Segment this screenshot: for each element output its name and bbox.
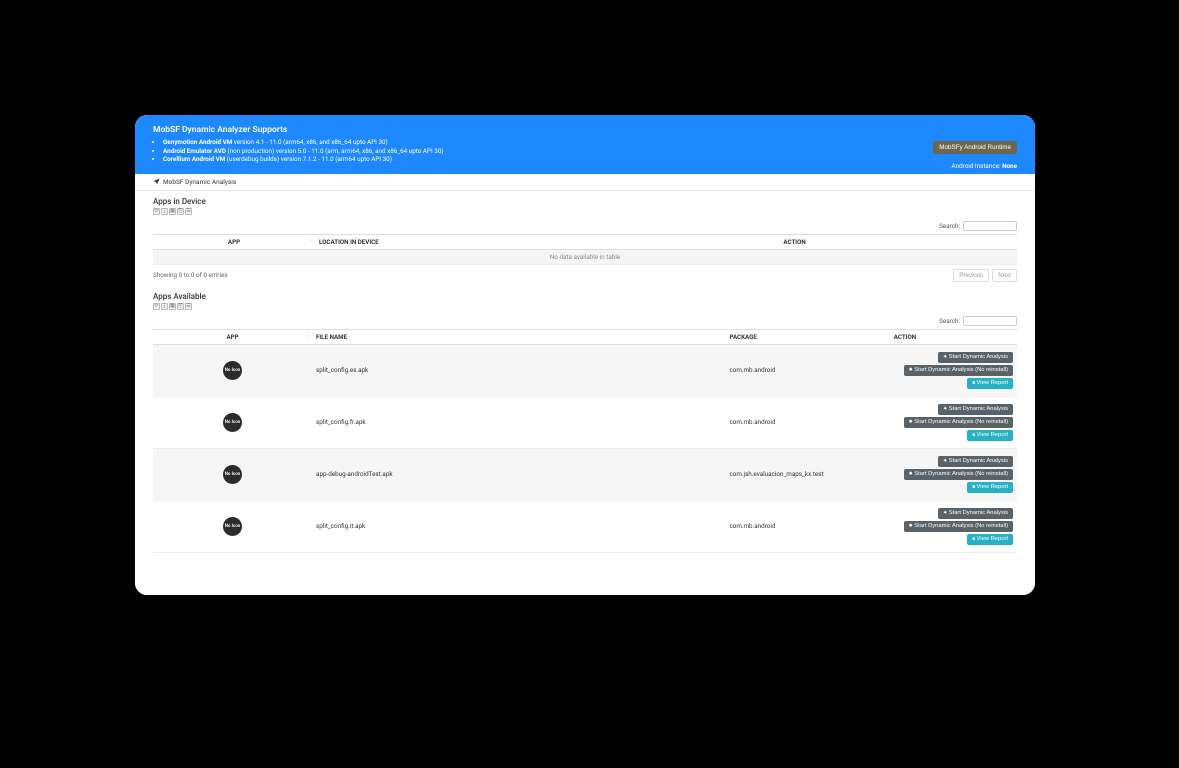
col-filename[interactable]: FILE NAME xyxy=(312,329,725,344)
app-icon: No Icon xyxy=(223,413,242,432)
apps-available-section: Apps Available ⟳⤓▦⎘☰ xyxy=(135,286,1035,316)
start-dynamic-analysis-button[interactable]: Start Dynamic Analysis xyxy=(938,404,1013,415)
mobsfy-runtime-button[interactable]: MobSFy Android Runtime xyxy=(933,141,1017,154)
view-report-button[interactable]: View Report xyxy=(967,430,1013,441)
table-row: No Icon split_config.es.apkcom.mb.android… xyxy=(153,344,1017,396)
banner-list: Genymotion Android VM version 4.1 - 11.0… xyxy=(153,138,1017,164)
table-row: No Icon split_config.fr.apkcom.mb.android… xyxy=(153,396,1017,448)
available-search-input[interactable] xyxy=(963,316,1017,326)
section-heading: Apps in Device xyxy=(153,197,1017,206)
view-report-button[interactable]: View Report xyxy=(967,378,1013,389)
banner-item: Corellium Android VM (userdebug builds) … xyxy=(163,155,1017,164)
package-name: com.jsh.evaluacion_maps_kx.test xyxy=(725,448,889,500)
plane-icon xyxy=(153,178,160,185)
start-dynamic-analysis-noreinstall-button[interactable]: Start Dynamic Analysis (No reinstall) xyxy=(904,365,1013,376)
instance-status: Android Instance: None xyxy=(933,162,1017,170)
apps-in-device-section: Apps in Device ⟳⤓▦⎘☰ xyxy=(135,191,1035,221)
table-row: No Icon split_config.it.apkcom.mb.android… xyxy=(153,500,1017,552)
file-name: split_config.it.apk xyxy=(312,500,725,552)
section-heading: Apps Available xyxy=(153,292,1017,301)
length-tool[interactable]: ⟳⤓▦⎘☰ xyxy=(153,208,1017,215)
col-package[interactable]: PACKAGE xyxy=(725,329,889,344)
view-report-button[interactable]: View Report xyxy=(967,534,1013,545)
app-window: MobSF Dynamic Analyzer Supports Genymoti… xyxy=(135,115,1035,595)
search-label: Search: xyxy=(939,222,960,230)
device-table-footer: Showing 0 to 0 of 0 entries Previous Nex… xyxy=(135,265,1035,286)
start-dynamic-analysis-noreinstall-button[interactable]: Start Dynamic Analysis (No reinstall) xyxy=(904,417,1013,428)
empty-row: No data available in table xyxy=(153,249,1017,264)
col-app[interactable]: APP↑ xyxy=(153,234,315,249)
package-name: com.mb.android xyxy=(725,396,889,448)
start-dynamic-analysis-button[interactable]: Start Dynamic Analysis xyxy=(938,508,1013,519)
file-name: split_config.es.apk xyxy=(312,344,725,396)
file-name: app-debug-androidTest.apk xyxy=(312,448,725,500)
view-report-button[interactable]: View Report xyxy=(967,482,1013,493)
start-dynamic-analysis-noreinstall-button[interactable]: Start Dynamic Analysis (No reinstall) xyxy=(904,521,1013,532)
next-button[interactable]: Next xyxy=(992,269,1017,282)
support-banner: MobSF Dynamic Analyzer Supports Genymoti… xyxy=(135,115,1035,174)
table-row: No Icon app-debug-androidTest.apkcom.jsh.… xyxy=(153,448,1017,500)
device-search-input[interactable] xyxy=(963,221,1017,231)
banner-item: Android Emulator AVD (non production) ve… xyxy=(163,147,1017,156)
breadcrumb-label: MobSF Dynamic Analysis xyxy=(163,178,236,186)
col-app[interactable]: APP↑ xyxy=(153,329,312,344)
apps-in-device-table: APP↑ LOCATION IN DEVICE ACTION No data a… xyxy=(153,234,1017,265)
col-action[interactable]: ACTION xyxy=(779,234,1017,249)
col-action[interactable]: ACTION xyxy=(890,329,1017,344)
app-icon: No Icon xyxy=(223,517,242,536)
start-dynamic-analysis-button[interactable]: Start Dynamic Analysis xyxy=(938,456,1013,467)
file-name: split_config.fr.apk xyxy=(312,396,725,448)
package-name: com.mb.android xyxy=(725,344,889,396)
banner-title: MobSF Dynamic Analyzer Supports xyxy=(153,125,1017,135)
banner-item: Genymotion Android VM version 4.1 - 11.0… xyxy=(163,138,1017,147)
app-icon: No Icon xyxy=(223,465,242,484)
showing-text: Showing 0 to 0 of 0 entries xyxy=(153,271,228,279)
app-icon: No Icon xyxy=(223,361,242,380)
start-dynamic-analysis-noreinstall-button[interactable]: Start Dynamic Analysis (No reinstall) xyxy=(904,469,1013,480)
length-tool[interactable]: ⟳⤓▦⎘☰ xyxy=(153,303,1017,310)
breadcrumb: MobSF Dynamic Analysis xyxy=(135,174,1035,191)
apps-available-table: APP↑ FILE NAME PACKAGE ACTION No Icon spl… xyxy=(153,329,1017,553)
start-dynamic-analysis-button[interactable]: Start Dynamic Analysis xyxy=(938,352,1013,363)
package-name: com.mb.android xyxy=(725,500,889,552)
search-label: Search: xyxy=(939,317,960,325)
prev-button[interactable]: Previous xyxy=(953,269,989,282)
col-location[interactable]: LOCATION IN DEVICE xyxy=(315,234,779,249)
